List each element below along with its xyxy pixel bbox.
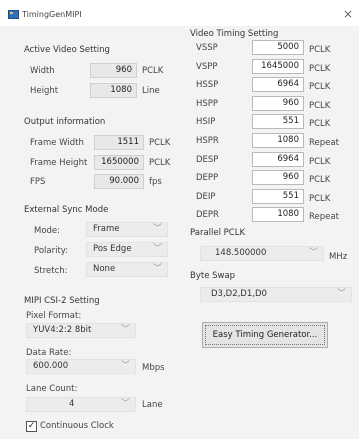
video-timing-field[interactable]: 960 — [252, 95, 304, 111]
pixel-format-value: YUV4:2:2 8bit — [33, 325, 92, 335]
data-rate-label: Data Rate: — [26, 348, 72, 358]
lane-count-value: 4 — [69, 399, 75, 409]
chevron-down-icon: ﹀ — [336, 289, 346, 299]
easy-timing-generator-button[interactable]: Easy Timing Generator... — [202, 322, 328, 348]
active-video-header: Active Video Setting — [24, 45, 110, 55]
video-timing-label: HSPP — [196, 98, 219, 109]
video-timing-unit: PCLK — [309, 156, 331, 167]
window-title: TimingGenMIPI — [22, 10, 82, 19]
video-timing-field[interactable]: 6964 — [252, 77, 304, 93]
byte-swap-select[interactable]: D3,D2,D1,D0 ﹀ — [200, 287, 352, 302]
focus-ring — [205, 325, 325, 345]
video-timing-header: Video Timing Setting — [190, 29, 279, 39]
frame-width-field: 1511 — [94, 135, 144, 150]
video-timing-unit: PCLK — [309, 175, 331, 186]
fps-unit: fps — [149, 177, 162, 187]
byte-swap-header: Byte Swap — [190, 271, 236, 281]
video-timing-label: DESP — [196, 154, 219, 165]
video-timing-label: VSSP — [196, 43, 218, 53]
parallel-pclk-unit: MHz — [329, 252, 348, 262]
data-rate-unit: Mbps — [142, 363, 165, 373]
video-timing-unit: PCLK — [309, 63, 331, 74]
mipi-header: MIPI CSI-2 Setting — [24, 296, 100, 306]
frame-width-label: Frame Width — [30, 138, 84, 148]
stretch-value: None — [93, 264, 116, 274]
close-icon[interactable]: × — [343, 7, 353, 21]
fps-label: FPS — [30, 177, 46, 187]
mode-select[interactable]: Frame ﹀ — [86, 222, 168, 237]
video-timing-field[interactable]: 6964 — [252, 151, 304, 167]
video-timing-label: VSPP — [196, 61, 218, 72]
video-timing-field[interactable]: 1645000 — [252, 58, 304, 74]
chevron-down-icon: ﹀ — [120, 361, 130, 371]
data-rate-value: 600.000 — [33, 361, 69, 371]
chevron-down-icon: ﹀ — [152, 244, 162, 254]
stretch-label: Stretch: — [34, 266, 68, 276]
pixel-format-label: Pixel Format: — [26, 311, 82, 321]
parallel-pclk-value: 148.500000 — [215, 248, 267, 258]
mode-label: Mode: — [34, 226, 61, 236]
frame-height-label: Frame Height — [30, 158, 88, 168]
video-timing-unit: PCLK — [309, 100, 331, 111]
frame-width-unit: PCLK — [149, 138, 171, 148]
frame-height-unit: PCLK — [149, 158, 171, 168]
stretch-select[interactable]: None ﹀ — [86, 262, 168, 277]
height-label: Height — [30, 86, 59, 96]
video-timing-unit: Repeat — [309, 138, 339, 148]
pixel-format-select[interactable]: YUV4:2:2 8bit ﹀ — [26, 323, 136, 338]
lane-count-label: Lane Count: — [26, 384, 78, 394]
chevron-down-icon: ﹀ — [152, 224, 162, 234]
parallel-pclk-select[interactable]: 148.500000 ﹀ — [200, 246, 324, 261]
video-timing-field[interactable]: 551 — [252, 188, 304, 204]
lane-count-select[interactable]: 4 ﹀ — [26, 397, 136, 412]
video-timing-label: HSIP — [196, 117, 216, 128]
fps-field: 90.000 — [94, 174, 144, 189]
video-timing-unit: PCLK — [309, 82, 331, 93]
output-info-header: Output information — [24, 117, 106, 127]
lane-unit: Lane — [142, 400, 163, 410]
chevron-down-icon: ﹀ — [120, 325, 130, 335]
continuous-clock-checkbox[interactable]: ✓ — [26, 421, 37, 432]
video-timing-field[interactable]: 1080 — [252, 207, 304, 223]
video-timing-label: HSSP — [196, 80, 219, 91]
video-timing-unit: PCLK — [309, 45, 331, 55]
chevron-down-icon: ﹀ — [152, 264, 162, 274]
frame-height-field: 1650000 — [94, 155, 144, 170]
video-timing-unit: Repeat — [309, 212, 339, 223]
height-unit: Line — [142, 86, 160, 96]
video-timing-label: DEPR — [196, 210, 219, 221]
app-icon — [8, 10, 19, 19]
polarity-select[interactable]: Pos Edge ﹀ — [86, 242, 168, 257]
chevron-down-icon: ﹀ — [308, 248, 318, 258]
width-unit: PCLK — [142, 66, 164, 76]
video-timing-label: HSPR — [196, 136, 219, 146]
data-rate-select[interactable]: 600.000 ﹀ — [26, 359, 136, 374]
video-timing-field[interactable]: 960 — [252, 170, 304, 186]
ext-sync-header: External Sync Mode — [24, 205, 109, 215]
video-timing-label: DEIP — [196, 191, 216, 202]
title-bar: TimingGenMIPI × — [0, 0, 359, 26]
video-timing-field[interactable]: 5000 — [252, 40, 304, 55]
byte-swap-value: D3,D2,D1,D0 — [211, 289, 267, 299]
continuous-clock-label: Continuous Clock — [40, 421, 114, 431]
parallel-pclk-header: Parallel PCLK — [190, 228, 246, 238]
width-field[interactable]: 960 — [90, 63, 137, 78]
polarity-value: Pos Edge — [93, 244, 132, 254]
height-field[interactable]: 1080 — [90, 83, 137, 98]
video-timing-label: DEPP — [196, 173, 219, 184]
mode-value: Frame — [93, 224, 120, 234]
polarity-label: Polarity: — [34, 246, 69, 256]
video-timing-field[interactable]: 551 — [252, 114, 304, 130]
video-timing-field[interactable]: 1080 — [252, 133, 304, 148]
chevron-down-icon: ﹀ — [120, 399, 130, 409]
width-label: Width — [30, 66, 55, 76]
video-timing-unit: PCLK — [309, 193, 331, 204]
video-timing-unit: PCLK — [309, 119, 331, 130]
